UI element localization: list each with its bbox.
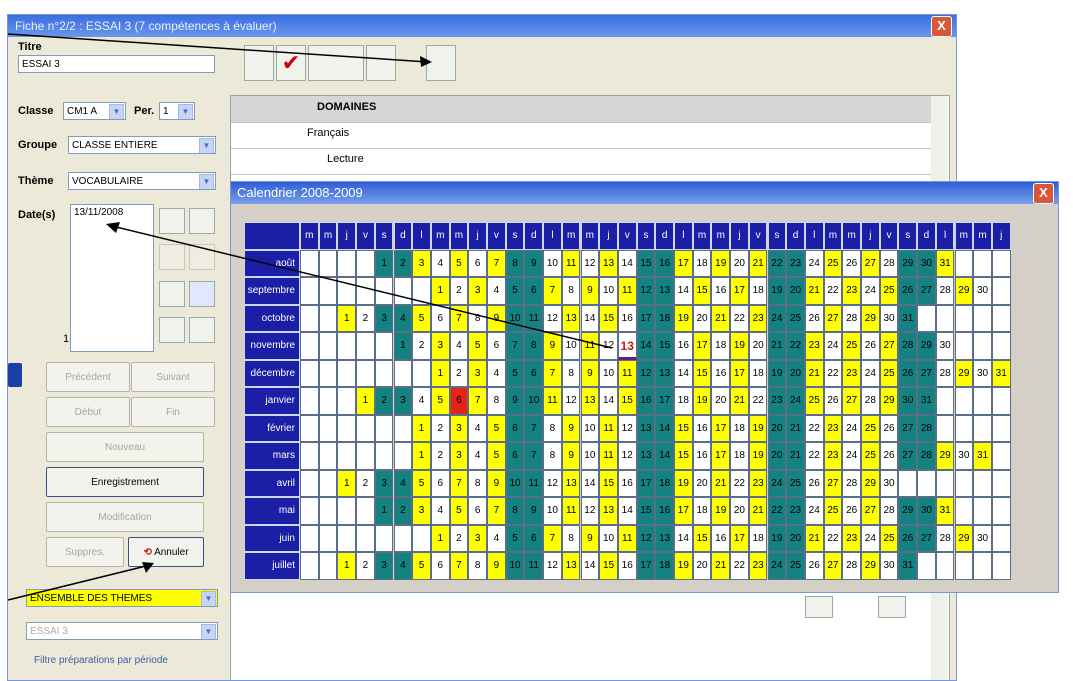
arrow-head <box>142 562 154 573</box>
annotation-arrows <box>7 33 613 601</box>
arrow-head <box>420 56 432 67</box>
arrow-line <box>7 564 151 601</box>
arrow-line <box>111 225 613 349</box>
arrow-head <box>106 222 120 233</box>
arrow-line <box>7 33 429 63</box>
